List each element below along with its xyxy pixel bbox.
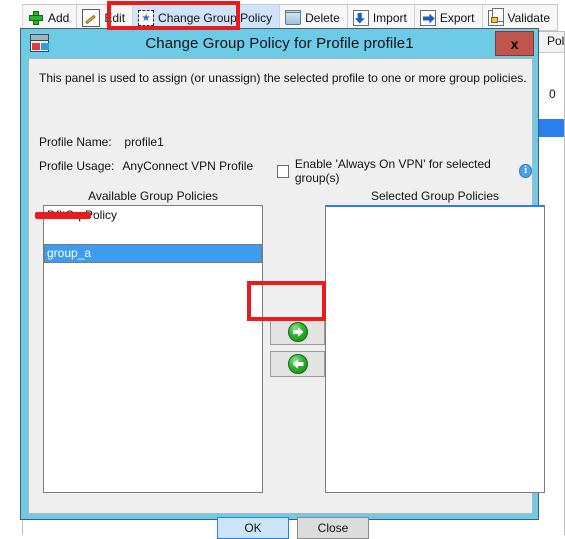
toolbar-button-change-group-policy[interactable]: Change Group Policy	[133, 5, 281, 30]
dialog-title: Change Group Policy for Profile profile1	[145, 35, 414, 52]
arrow-left-icon	[287, 354, 308, 374]
list-item[interactable]: group_a	[44, 244, 262, 263]
toolbar-label-validate: Validate	[507, 11, 550, 25]
dialog-body: This panel is used to assign (or unassig…	[28, 58, 545, 539]
list-item[interactable]	[44, 225, 262, 244]
always-on-vpn-label: Enable 'Always On VPN' for selected grou…	[294, 157, 491, 185]
close-icon[interactable]: x	[495, 31, 534, 56]
profile-usage-row: Profile Usage: AnyConnect VPN Profile	[39, 159, 253, 173]
available-group-policies-list[interactable]: DfltGrpPolicy group_a	[43, 205, 263, 493]
profile-usage-label: Profile Usage:	[39, 159, 115, 173]
trash-icon	[285, 10, 302, 25]
import-icon	[352, 9, 369, 26]
profile-name-label: Profile Name:	[39, 135, 112, 149]
profile-name-value: profile1	[124, 135, 164, 149]
change-group-policy-dialog: Change Group Policy for Profile profile1…	[20, 28, 545, 539]
dialog-titlebar[interactable]: Change Group Policy for Profile profile1…	[21, 29, 538, 58]
toolbar-button-add[interactable]: Add	[23, 5, 78, 30]
toolbar-label-edit: Edit	[104, 11, 126, 25]
profile-usage-value: AnyConnect VPN Profile	[122, 159, 254, 173]
validate-icon	[487, 7, 504, 26]
table-cell-value: 0	[549, 87, 556, 101]
dialog-description: This panel is used to assign (or unassig…	[39, 71, 527, 85]
list-item[interactable]: DfltGrpPolicy	[44, 206, 262, 225]
toolbar[interactable]: Add Edit Change Group Policy Delete Impo…	[22, 4, 558, 31]
always-on-vpn-checkbox[interactable]	[277, 164, 289, 178]
toolbar-button-edit[interactable]: Edit	[77, 5, 134, 30]
always-on-vpn-row: Enable 'Always On VPN' for selected grou…	[277, 157, 532, 185]
close-button[interactable]: Close	[297, 517, 369, 539]
policy-icon	[138, 9, 155, 26]
info-icon[interactable]: i	[519, 164, 532, 178]
profile-name-row: Profile Name: profile1	[39, 135, 164, 149]
toolbar-label-add: Add	[48, 11, 70, 25]
toolbar-label-import: Import	[372, 11, 407, 25]
selected-group-policies-list[interactable]	[325, 205, 545, 493]
remove-policy-button[interactable]	[270, 351, 325, 377]
toolbar-button-delete[interactable]: Delete	[280, 5, 348, 30]
edit-icon	[82, 8, 101, 27]
selected-group-policies-caption: Selected Group Policies	[370, 189, 500, 203]
add-policy-button[interactable]	[270, 319, 325, 345]
toolbar-label-change-group-policy: Change Group Policy	[158, 11, 273, 25]
export-icon	[419, 9, 436, 26]
toolbar-button-validate[interactable]: Validate	[482, 5, 557, 30]
toolbar-button-export[interactable]: Export	[414, 5, 483, 30]
toolbar-label-export: Export	[439, 11, 475, 25]
plus-icon	[28, 10, 44, 26]
available-group-policies-caption: Available Group Policies	[88, 189, 218, 203]
toolbar-button-import[interactable]: Import	[347, 5, 415, 30]
column-header-policy: Pol	[547, 34, 565, 48]
toolbar-label-delete: Delete	[305, 11, 340, 25]
arrow-right-icon	[287, 322, 308, 342]
ok-button[interactable]: OK	[217, 517, 289, 539]
